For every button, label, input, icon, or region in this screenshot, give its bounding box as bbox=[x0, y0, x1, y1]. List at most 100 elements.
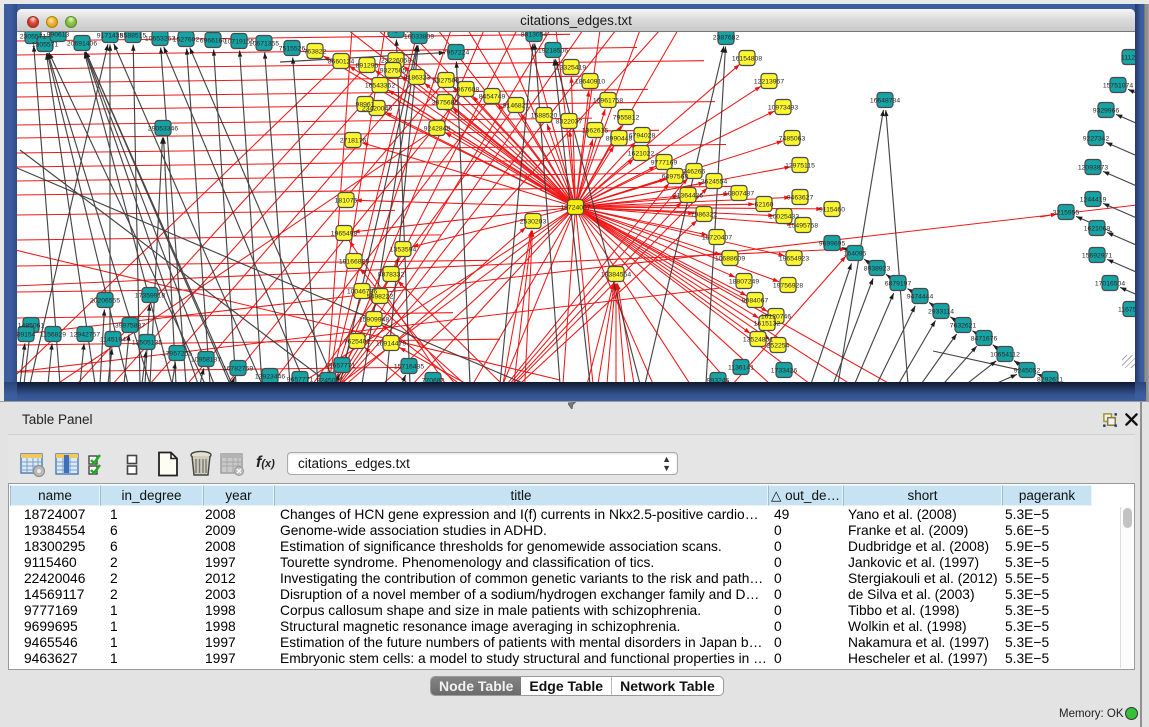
svg-text:19218506: 19218506 bbox=[538, 47, 568, 54]
svg-text:2305571: 2305571 bbox=[20, 33, 47, 40]
svg-text:8454749: 8454749 bbox=[479, 93, 506, 100]
svg-text:1353594: 1353594 bbox=[390, 246, 417, 253]
svg-text:1615132: 1615132 bbox=[754, 320, 781, 327]
svg-text:7955812: 7955812 bbox=[613, 114, 640, 121]
svg-text:11123: 11123 bbox=[1121, 54, 1135, 61]
svg-text:9657771: 9657771 bbox=[287, 376, 314, 382]
svg-text:20206555: 20206555 bbox=[90, 297, 120, 304]
svg-text:6794028: 6794028 bbox=[629, 132, 656, 139]
svg-text:993245: 993245 bbox=[707, 377, 730, 382]
svg-text:7957224: 7957224 bbox=[443, 49, 470, 56]
svg-text:6966160: 6966160 bbox=[200, 37, 227, 44]
svg-text:16782759: 16782759 bbox=[223, 365, 253, 372]
svg-text:15716485: 15716485 bbox=[394, 363, 424, 370]
svg-text:8292611: 8292611 bbox=[1037, 376, 1063, 382]
svg-text:18807249: 18807249 bbox=[729, 278, 759, 285]
svg-text:12942757: 12942757 bbox=[70, 331, 100, 338]
svg-text:18724007: 18724007 bbox=[560, 204, 590, 211]
svg-text:15692971: 15692971 bbox=[1082, 252, 1112, 259]
svg-text:98961: 98961 bbox=[356, 101, 375, 108]
svg-text:10973493: 10973493 bbox=[768, 104, 798, 111]
svg-text:3215955: 3215955 bbox=[1053, 209, 1080, 216]
svg-text:891295: 891295 bbox=[356, 62, 379, 69]
svg-text:10025433: 10025433 bbox=[769, 213, 799, 220]
svg-text:7632621: 7632621 bbox=[950, 322, 977, 329]
svg-text:15751074: 15751074 bbox=[1103, 82, 1133, 89]
svg-text:1145194: 1145194 bbox=[100, 336, 126, 343]
svg-text:3624554: 3624554 bbox=[701, 178, 728, 185]
svg-text:1167533: 1167533 bbox=[1118, 306, 1135, 313]
svg-text:7485063: 7485063 bbox=[779, 135, 806, 142]
svg-text:1485061: 1485061 bbox=[18, 322, 45, 329]
svg-text:8938923: 8938923 bbox=[864, 265, 891, 272]
svg-text:2530203: 2530203 bbox=[520, 218, 547, 225]
svg-text:1305571: 1305571 bbox=[32, 41, 59, 48]
svg-text:8186323: 8186323 bbox=[404, 74, 431, 81]
svg-text:10958187: 10958187 bbox=[191, 356, 221, 363]
svg-text:9242848: 9242848 bbox=[424, 125, 451, 132]
svg-text:9463627: 9463627 bbox=[787, 194, 814, 201]
svg-text:824501: 824501 bbox=[317, 377, 340, 382]
svg-text:39154: 39154 bbox=[17, 331, 36, 338]
svg-text:13325419: 13325419 bbox=[556, 64, 586, 71]
svg-text:21364436: 21364436 bbox=[673, 192, 703, 199]
svg-text:16033809: 16033809 bbox=[404, 33, 434, 40]
svg-text:252254: 252254 bbox=[767, 342, 790, 349]
svg-text:9327508: 9327508 bbox=[433, 77, 460, 84]
svg-text:15909948: 15909948 bbox=[359, 316, 389, 323]
svg-text:1362615: 1362615 bbox=[582, 127, 609, 134]
svg-text:3875685: 3875685 bbox=[432, 99, 459, 106]
svg-text:9777169: 9777169 bbox=[651, 159, 678, 166]
svg-text:9227342: 9227342 bbox=[1083, 135, 1110, 142]
svg-text:12975115: 12975115 bbox=[785, 162, 815, 169]
svg-text:15720407: 15720407 bbox=[702, 234, 732, 241]
svg-text:7986322: 7986322 bbox=[691, 211, 718, 218]
svg-text:1621069: 1621069 bbox=[1084, 225, 1111, 232]
svg-text:1156829: 1156829 bbox=[40, 331, 66, 338]
svg-text:9084067: 9084067 bbox=[742, 297, 769, 304]
svg-text:10653267: 10653267 bbox=[145, 35, 175, 42]
svg-text:12505135: 12505135 bbox=[132, 339, 162, 346]
svg-text:16120746: 16120746 bbox=[761, 313, 791, 320]
svg-text:2387682: 2387682 bbox=[713, 34, 740, 41]
svg-text:6879197: 6879197 bbox=[885, 280, 912, 287]
svg-text:990613: 990613 bbox=[47, 32, 70, 38]
svg-text:29053346: 29053346 bbox=[148, 125, 178, 132]
svg-text:1733426: 1733426 bbox=[771, 367, 798, 374]
svg-text:9474444: 9474444 bbox=[907, 293, 934, 300]
svg-text:10671355: 10671355 bbox=[249, 40, 279, 47]
svg-text:164095: 164095 bbox=[844, 250, 867, 257]
svg-text:12093873: 12093873 bbox=[1078, 164, 1108, 171]
svg-text:19756928: 19756928 bbox=[773, 282, 803, 289]
svg-text:9327505: 9327505 bbox=[380, 67, 407, 74]
svg-text:12213967: 12213967 bbox=[754, 78, 784, 85]
svg-text:1621022: 1621022 bbox=[628, 150, 655, 157]
svg-text:8660124: 8660124 bbox=[328, 58, 355, 65]
svg-text:7625402: 7625402 bbox=[344, 338, 371, 345]
svg-text:1527602: 1527602 bbox=[173, 36, 200, 43]
svg-text:746266: 746266 bbox=[683, 168, 706, 175]
svg-text:10807487: 10807487 bbox=[724, 190, 754, 197]
svg-text:9329966: 9329966 bbox=[1093, 107, 1120, 114]
svg-text:2933114: 2933114 bbox=[928, 308, 954, 315]
svg-text:16961758: 16961758 bbox=[593, 97, 623, 104]
svg-text:17957255: 17957255 bbox=[162, 350, 192, 357]
svg-text:23226058: 23226058 bbox=[381, 57, 411, 64]
svg-text:19654923: 19654923 bbox=[779, 255, 809, 262]
svg-text:9699695: 9699695 bbox=[819, 240, 846, 247]
svg-text:16648784: 16648784 bbox=[870, 97, 900, 104]
svg-text:8322037: 8322037 bbox=[556, 118, 583, 125]
svg-text:12923446: 12923446 bbox=[255, 373, 285, 380]
svg-text:62160: 62160 bbox=[755, 201, 774, 208]
svg-text:20691406: 20691406 bbox=[67, 40, 97, 47]
svg-text:181076: 181076 bbox=[335, 197, 358, 204]
svg-text:16543362: 16543362 bbox=[365, 82, 395, 89]
svg-text:8878332: 8878332 bbox=[378, 271, 405, 278]
svg-text:7515526: 7515526 bbox=[279, 45, 306, 52]
svg-text:2867608: 2867608 bbox=[453, 86, 480, 93]
svg-text:8471676: 8471676 bbox=[971, 335, 998, 342]
svg-text:17016504: 17016504 bbox=[1095, 280, 1125, 287]
svg-text:9245052: 9245052 bbox=[1014, 367, 1041, 374]
svg-text:1965498: 1965498 bbox=[331, 230, 358, 237]
svg-text:16154808: 16154808 bbox=[732, 55, 762, 62]
